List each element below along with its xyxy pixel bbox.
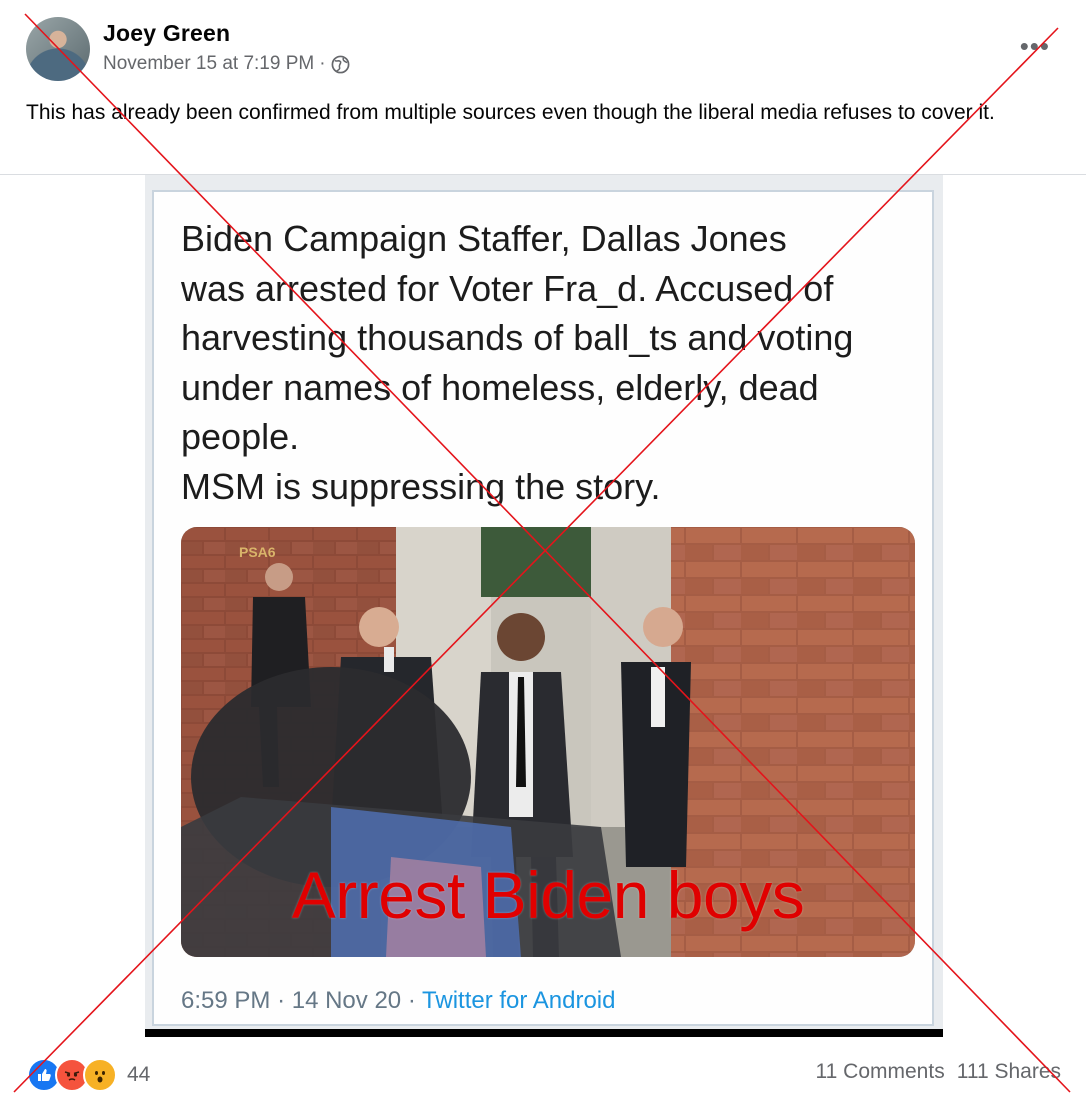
tweet-text: Biden Campaign Staffer, Dallas Jones was…: [181, 218, 854, 507]
author-name[interactable]: Joey Green: [103, 20, 230, 47]
globe-icon: [331, 55, 349, 73]
reaction-count: 44: [127, 1063, 151, 1086]
tweet-time: 6:59 PM: [181, 987, 271, 1014]
tweet-source-link[interactable]: Twitter for Android: [422, 987, 615, 1014]
post-image[interactable]: Biden Campaign Staffer, Dallas Jones was…: [145, 175, 943, 1037]
reactions-summary[interactable]: 44: [27, 1058, 150, 1092]
tweet-photo: PSA6 Arrest Biden boys: [181, 527, 915, 957]
comments-link[interactable]: 11 Comments: [816, 1060, 945, 1084]
tweet-dot: ·: [407, 987, 416, 1014]
author-avatar[interactable]: [26, 17, 90, 81]
post-meta: November 15 at 7:19 PM ·: [103, 53, 350, 75]
engagement-stats: 11 Comments 111 Shares: [816, 1060, 1061, 1084]
tweet-footer: 6:59 PM · 14 Nov 20 · Twitter for Androi…: [181, 987, 615, 1015]
wow-icon: [83, 1058, 117, 1092]
svg-text:PSA6: PSA6: [239, 544, 276, 560]
post-timestamp[interactable]: November 15 at 7:19 PM: [103, 53, 314, 75]
shares-link[interactable]: 111 Shares: [957, 1060, 1061, 1084]
tweet-dot: ·: [277, 987, 286, 1014]
photo-caption: Arrest Biden boys: [291, 858, 805, 932]
tweet-card: Biden Campaign Staffer, Dallas Jones was…: [152, 190, 934, 1026]
post-text: This has already been confirmed from mul…: [26, 101, 995, 124]
tweet-date: 14 Nov 20: [291, 987, 402, 1014]
more-options-button[interactable]: •••: [1020, 33, 1050, 59]
meta-separator: ·: [319, 53, 326, 74]
